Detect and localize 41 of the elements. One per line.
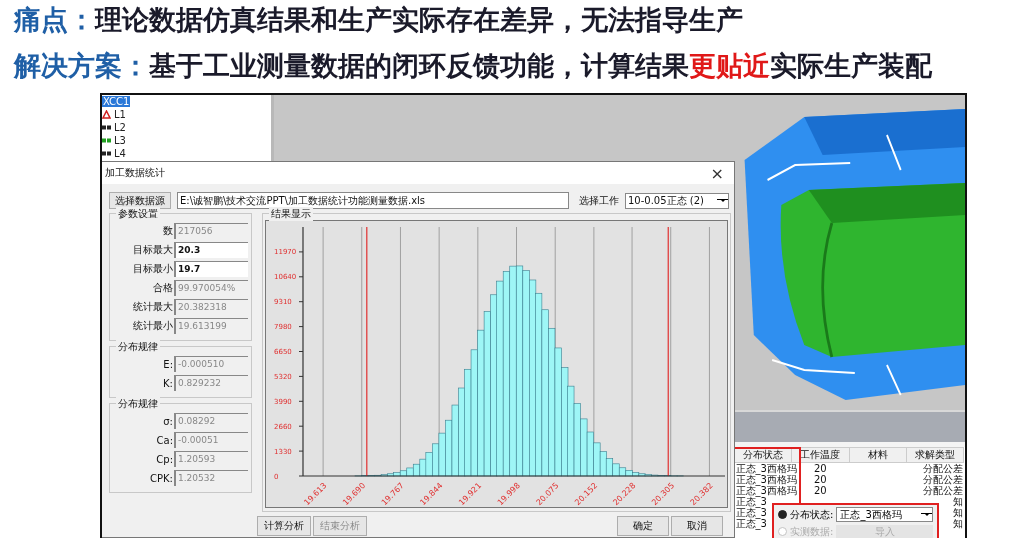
table-cell: 正态_3西格玛 — [735, 474, 797, 485]
table-cell: 知 — [952, 496, 963, 507]
table-cell: 正态_3西格玛 — [735, 463, 797, 474]
table-cell: 知 — [952, 507, 963, 518]
group-title: 参数设置 — [116, 207, 160, 221]
table-cell: 分配公差 — [922, 463, 963, 474]
table-cell: 正态_3西格玛 — [735, 485, 797, 496]
headline-label: 痛点： — [14, 4, 95, 35]
field-label: 合格 — [153, 281, 173, 295]
table-cell: 20 — [814, 474, 827, 485]
table-cell: 20 — [814, 463, 827, 474]
field-label: Cp: — [156, 453, 173, 465]
work-label: 选择工作 — [579, 193, 619, 208]
field-label: 统计最小 — [133, 319, 173, 333]
field-label: Ca: — [156, 434, 173, 446]
dialog-title: 加工数据统计 — [105, 166, 165, 180]
group-title: 结果显示 — [269, 207, 313, 221]
group-title: 分布规律 — [116, 397, 160, 411]
field-label: K: — [163, 377, 173, 389]
field-label: CPK: — [150, 472, 173, 484]
headline-text: 基于工业测量数据的闭环反馈功能，计算结果 — [149, 50, 689, 81]
headline-text: 实际生产装配 — [770, 50, 932, 81]
field-label: 目标最大 — [133, 243, 173, 257]
option-label: 分布状态: — [790, 507, 834, 522]
field-label: E: — [163, 358, 173, 370]
group-title: 分布规律 — [116, 340, 160, 354]
headline-label: 解决方案： — [14, 50, 149, 81]
table-cell: 知 — [952, 518, 963, 529]
field-label: 数 — [163, 224, 173, 238]
headline-text: 更贴近 — [689, 50, 770, 81]
field-label: σ: — [163, 415, 173, 427]
table-cell: 20 — [814, 485, 827, 496]
option-label: 实测数据: — [790, 524, 834, 538]
field-label: 统计最大 — [133, 300, 173, 314]
table-cell: 分配公差 — [922, 474, 963, 485]
table-cell: 分配公差 — [922, 485, 963, 496]
field-label: 目标最小 — [133, 262, 173, 276]
headline-text: 理论数据仿真结果和生产实际存在差异，无法指导生产 — [95, 4, 743, 35]
table-cell: 正态_3 — [735, 496, 767, 507]
table-cell: 正态_3 — [735, 507, 767, 518]
table-cell: 正态_3 — [735, 518, 767, 529]
